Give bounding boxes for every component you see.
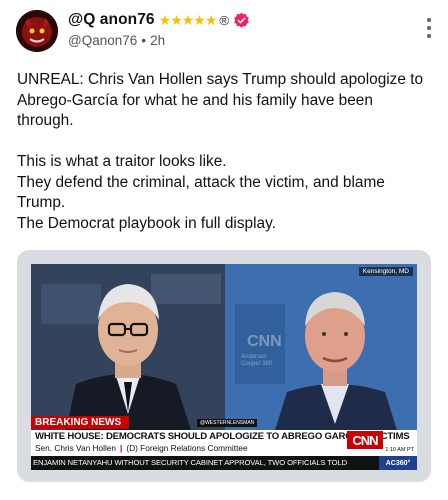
chyron-separator: | bbox=[120, 443, 123, 453]
svg-text:Anderson: Anderson bbox=[241, 354, 267, 360]
timestamp[interactable]: 2h bbox=[150, 33, 165, 48]
star-rating: ★★★★★ bbox=[158, 11, 218, 28]
post-media-video[interactable]: CNN Anderson Cooper 360 Kensington, MD B… bbox=[17, 250, 431, 482]
verified-badge-icon bbox=[233, 12, 250, 29]
watermark-tag: @WESTERNLENSMAN bbox=[197, 419, 258, 427]
post-text: UNREAL: Chris Van Hollen says Trump shou… bbox=[17, 70, 433, 234]
ticker-text: ENJAMIN NETANYAHU WITHOUT SECURITY CABIN… bbox=[33, 458, 347, 467]
news-broadcast-frame: CNN Anderson Cooper 360 Kensington, MD B… bbox=[31, 264, 417, 470]
guest-role: (D) Foreign Relations Committee bbox=[126, 443, 248, 453]
cnn-logo: CNN bbox=[347, 431, 383, 449]
show-logo: AC360° bbox=[379, 456, 417, 470]
more-options-icon[interactable] bbox=[426, 18, 432, 38]
post-line: The Democrat playbook in full display. bbox=[17, 214, 276, 232]
author-name-row: @Q anon76 ★★★★★ ® bbox=[68, 10, 250, 30]
separator-dot: • bbox=[141, 32, 147, 48]
location-label: Kensington, MD bbox=[358, 267, 413, 276]
post-line: This is what a traitor looks like. bbox=[17, 153, 227, 170]
broadcast-time: 1:10 AM PT bbox=[385, 447, 414, 453]
post-card: @Q anon76 ★★★★★ ® @Qanon76 • 2h UNREAL: … bbox=[0, 0, 448, 500]
guest-name: Sen. Chris Van Hollen bbox=[35, 443, 117, 453]
handle-row: @Qanon76 • 2h bbox=[68, 32, 165, 48]
svg-text:CNN: CNN bbox=[247, 333, 282, 350]
registered-mark: ® bbox=[219, 12, 230, 28]
avatar[interactable] bbox=[16, 10, 58, 52]
post-line: They defend the criminal, attack the vic… bbox=[17, 173, 385, 212]
ticker-bar: ENJAMIN NETANYAHU WITHOUT SECURITY CABIN… bbox=[31, 456, 417, 470]
display-name[interactable]: @Q anon76 bbox=[68, 11, 155, 29]
breaking-news-label: BREAKING NEWS bbox=[31, 416, 129, 429]
handle[interactable]: @Qanon76 bbox=[68, 33, 137, 48]
post-line: UNREAL: Chris Van Hollen says Trump shou… bbox=[17, 71, 424, 129]
svg-text:Cooper 360: Cooper 360 bbox=[241, 361, 273, 367]
chyron-bar: WHITE HOUSE: DEMOCRATS SHOULD APOLOGIZE … bbox=[31, 430, 417, 456]
guest-panel: CNN Anderson Cooper 360 Kensington, MD bbox=[225, 264, 417, 430]
chyron-subline: Sen. Chris Van Hollen | (D) Foreign Relati… bbox=[35, 443, 248, 453]
anchor-panel bbox=[31, 264, 225, 430]
